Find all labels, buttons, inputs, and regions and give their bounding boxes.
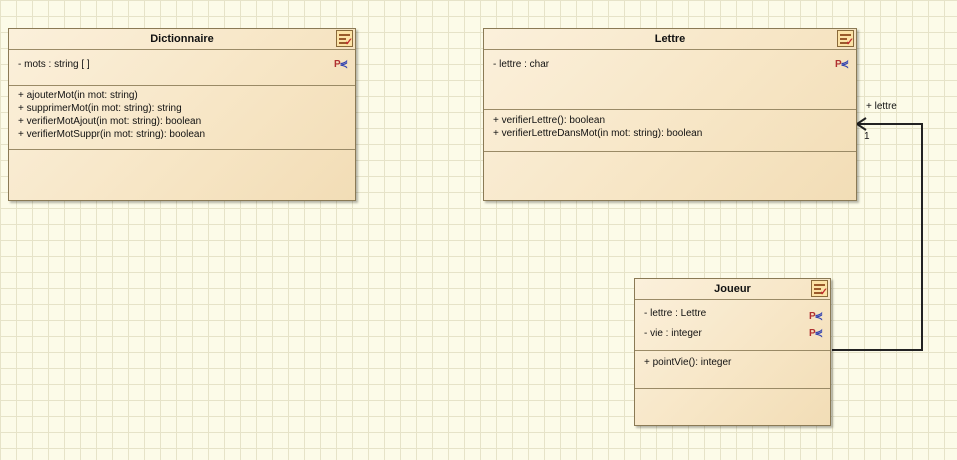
operation-row[interactable]: + verifierMotSuppr(in mot: string): bool… bbox=[9, 128, 355, 141]
operation-text: + pointVie(): integer bbox=[644, 357, 732, 368]
class-dictionnaire[interactable]: Dictionnaire ✓ - mots : string [ ] P⋞ + … bbox=[8, 28, 356, 201]
operation-row[interactable]: + verifierLettre(): boolean bbox=[484, 114, 856, 127]
operation-row[interactable]: + ajouterMot(in mot: string) bbox=[9, 89, 355, 102]
operation-row[interactable]: + pointVie(): integer bbox=[635, 356, 830, 369]
operations-compartment: + verifierLettre(): boolean + verifierLe… bbox=[484, 110, 856, 152]
operation-text: + verifierMotAjout(in mot: string): bool… bbox=[18, 116, 202, 127]
attributes-compartment: - lettre : char P⋞ bbox=[484, 50, 856, 110]
operations-compartment: + pointVie(): integer bbox=[635, 351, 830, 389]
attribute-row[interactable]: - lettre : Lettre P⋞ bbox=[635, 307, 830, 327]
attribute-text: - vie : integer bbox=[644, 328, 702, 339]
attributes-compartment: - mots : string [ ] P⋞ bbox=[9, 50, 355, 86]
class-name: Dictionnaire bbox=[150, 33, 214, 45]
property-icon: P⋞ bbox=[808, 328, 823, 339]
class-icon: ✓ bbox=[811, 280, 828, 298]
operation-text: + ajouterMot(in mot: string) bbox=[18, 90, 138, 101]
class-name: Joueur bbox=[714, 283, 751, 295]
operation-text: + verifierMotSuppr(in mot: string): bool… bbox=[18, 129, 206, 140]
class-header: Dictionnaire ✓ bbox=[9, 29, 355, 50]
property-icon: P⋞ bbox=[808, 311, 823, 322]
class-icon: ✓ bbox=[837, 30, 854, 48]
operations-compartment: + ajouterMot(in mot: string) + supprimer… bbox=[9, 86, 355, 150]
association-multiplicity-label: 1 bbox=[864, 131, 870, 142]
attribute-text: - lettre : char bbox=[493, 59, 550, 70]
operation-text: + verifierLettre(): boolean bbox=[493, 115, 606, 126]
class-lettre[interactable]: Lettre ✓ - lettre : char P⋞ + verifierLe… bbox=[483, 28, 857, 201]
operation-text: + verifierLettreDansMot(in mot: string):… bbox=[493, 128, 703, 139]
attribute-row[interactable]: - lettre : char P⋞ bbox=[484, 58, 856, 71]
property-icon: P⋞ bbox=[834, 59, 849, 70]
operation-row[interactable]: + verifierLettreDansMot(in mot: string):… bbox=[484, 127, 856, 140]
empty-compartment bbox=[484, 152, 856, 201]
attribute-row[interactable]: - mots : string [ ] P⋞ bbox=[9, 58, 355, 71]
empty-compartment bbox=[9, 150, 355, 200]
attribute-text: - lettre : Lettre bbox=[644, 308, 707, 319]
operation-row[interactable]: + verifierMotAjout(in mot: string): bool… bbox=[9, 115, 355, 128]
class-name: Lettre bbox=[654, 33, 686, 45]
association-role-label: + lettre bbox=[866, 101, 897, 112]
operation-text: + supprimerMot(in mot: string): string bbox=[18, 103, 182, 114]
class-icon: ✓ bbox=[336, 30, 353, 48]
attribute-text: - mots : string [ ] bbox=[18, 59, 90, 70]
property-icon: P⋞ bbox=[333, 59, 348, 70]
attribute-row[interactable]: - vie : integer P⋞ bbox=[635, 327, 830, 340]
class-header: Lettre ✓ bbox=[484, 29, 856, 50]
empty-compartment bbox=[635, 389, 830, 426]
attributes-compartment: - lettre : Lettre P⋞ - vie : integer P⋞ bbox=[635, 300, 830, 351]
class-header: Joueur ✓ bbox=[635, 279, 830, 300]
class-joueur[interactable]: Joueur ✓ - lettre : Lettre P⋞ - vie : in… bbox=[634, 278, 831, 426]
operation-row[interactable]: + supprimerMot(in mot: string): string bbox=[9, 102, 355, 115]
